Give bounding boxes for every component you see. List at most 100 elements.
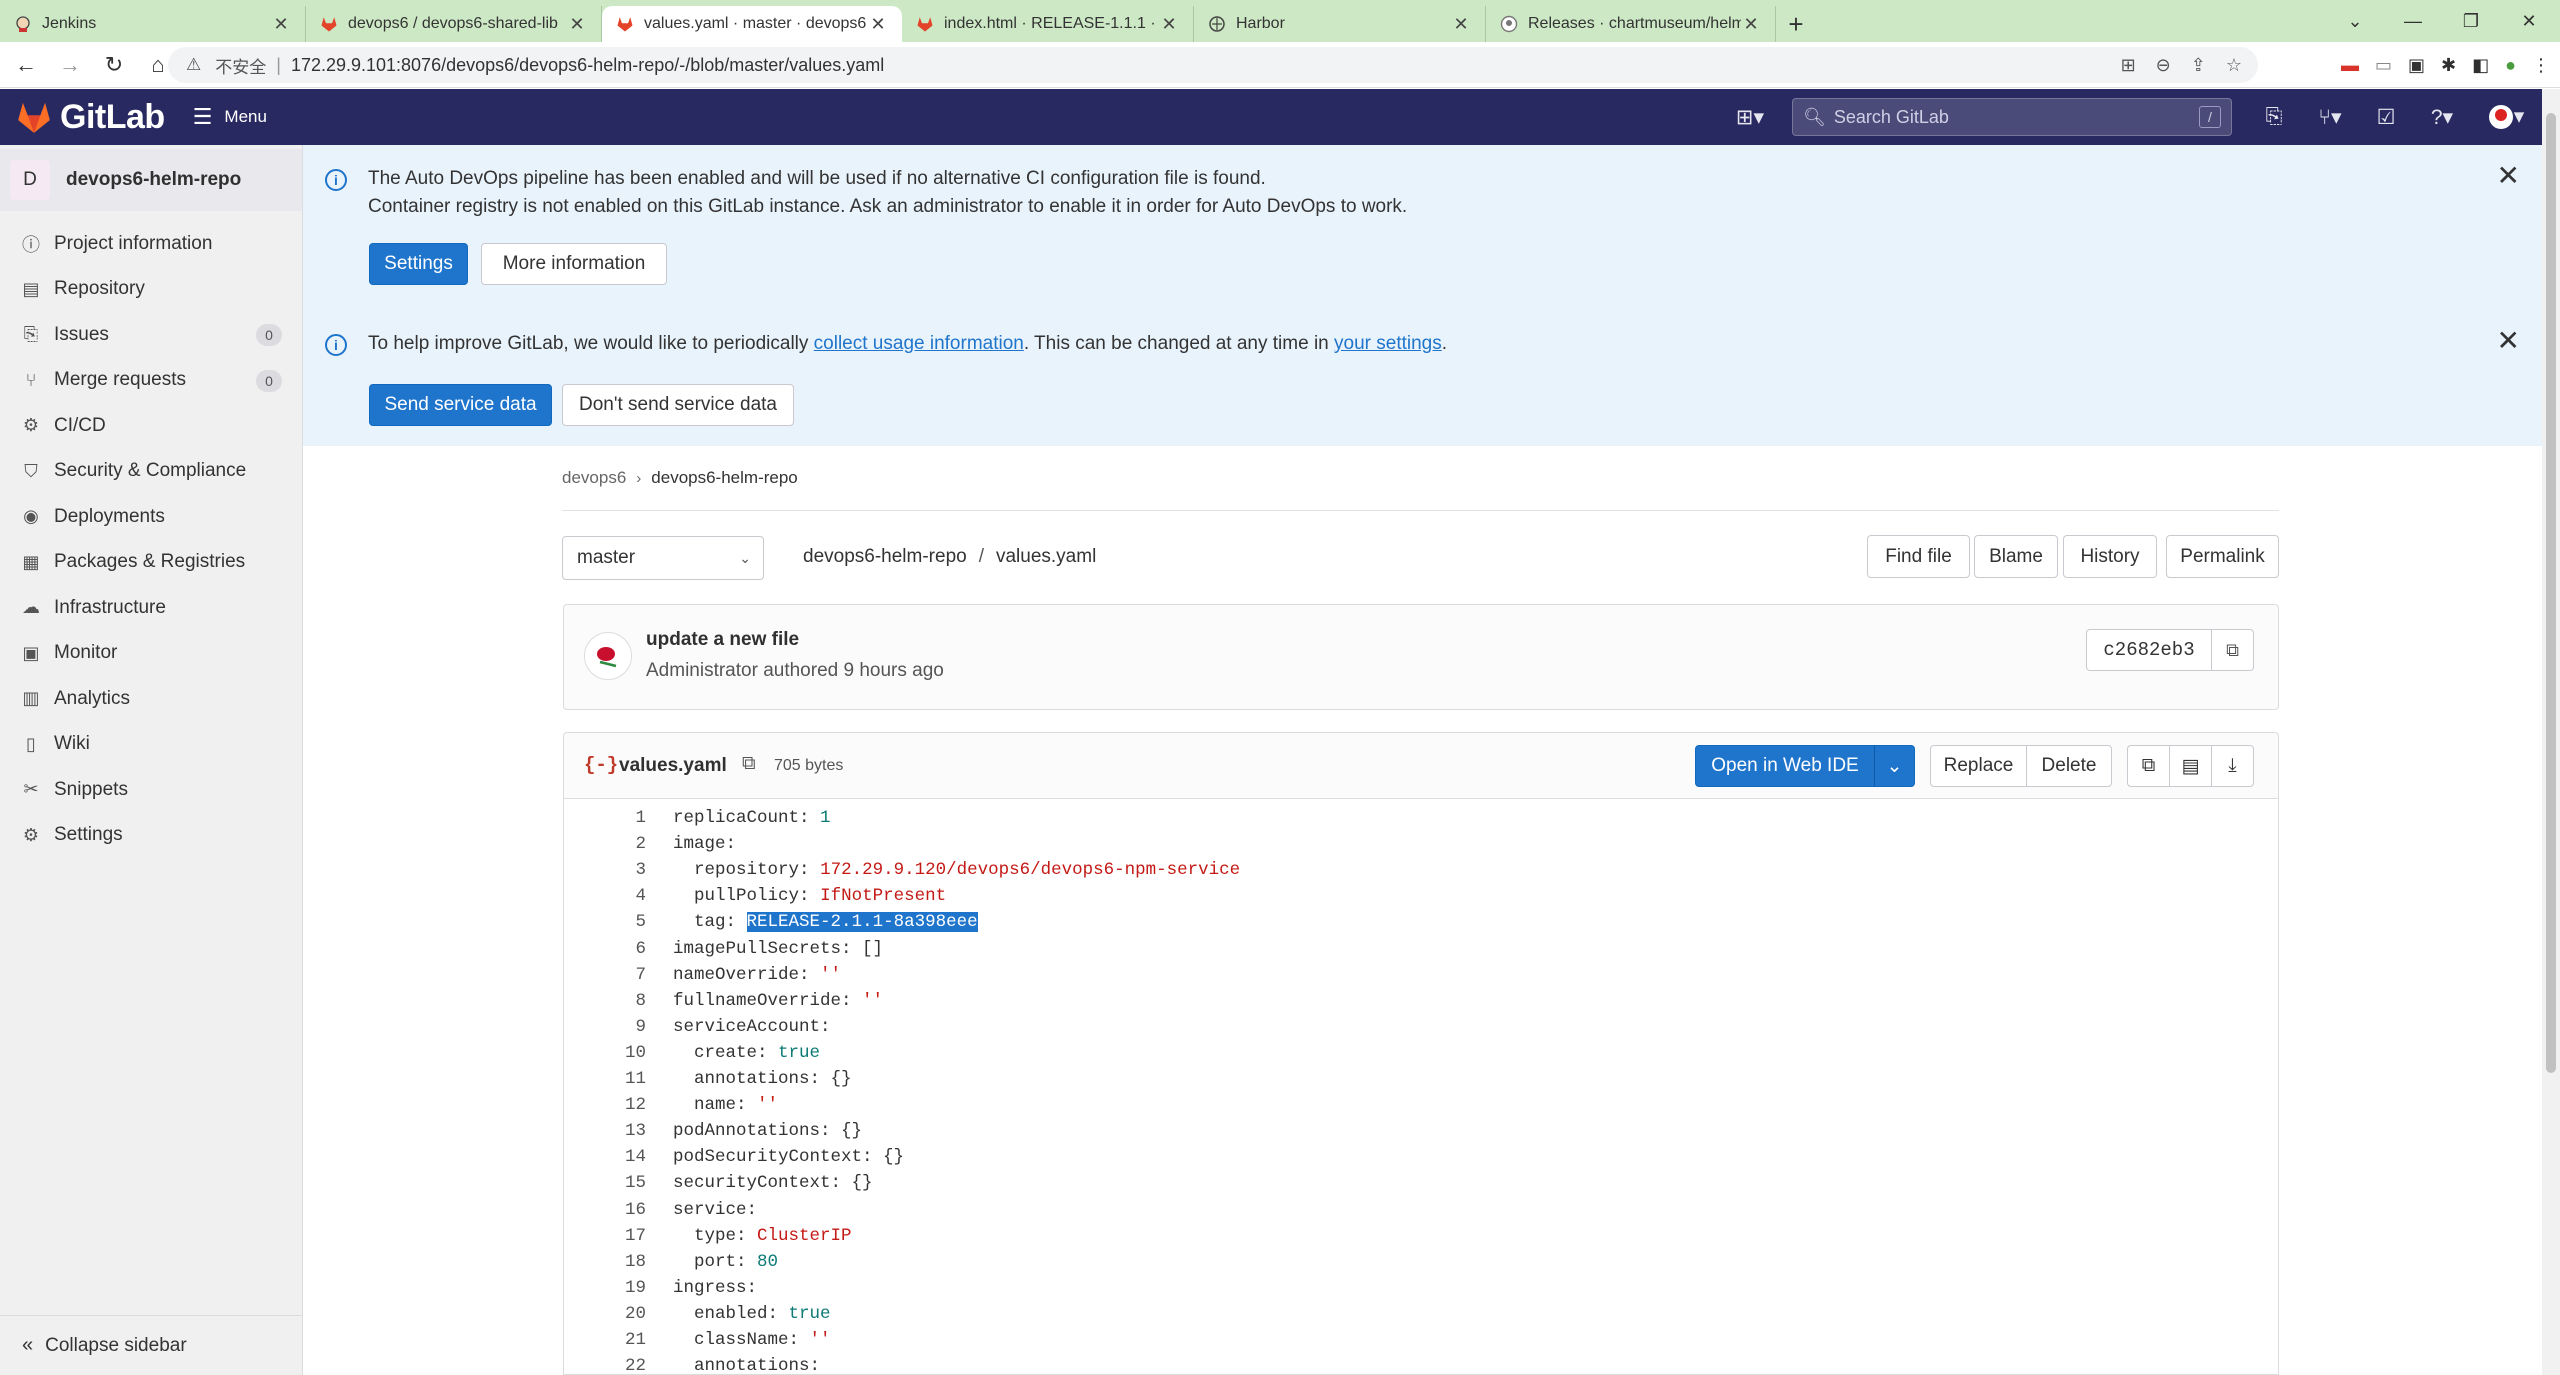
dont-send-service-data-button[interactable]: Don't send service data [562, 384, 794, 426]
line-number[interactable]: 4 [564, 886, 646, 906]
browser-tab-chartmuseum[interactable]: Releases · chartmuseum/helm ✕ [1486, 6, 1776, 42]
line-number[interactable]: 8 [564, 991, 646, 1011]
line-number[interactable]: 5 [564, 912, 646, 932]
collapse-sidebar-button[interactable]: « Collapse sidebar [0, 1315, 302, 1375]
close-icon[interactable]: ✕ [2497, 324, 2520, 357]
scrollbar-thumb[interactable] [2546, 113, 2556, 1073]
menu-button[interactable]: ☰ Menu [193, 104, 267, 130]
reload-icon[interactable]: ↻ [96, 47, 132, 83]
more-information-button[interactable]: More information [481, 243, 667, 285]
replace-button[interactable]: Replace [1930, 745, 2027, 787]
puzzle-extensions-icon[interactable]: ✱ [2441, 55, 2456, 76]
issues-icon[interactable]: ⎘ [2246, 105, 2302, 129]
tab-search-chevron-icon[interactable]: ⌄ [2326, 0, 2384, 42]
search-input[interactable]: 🔍︎ Search GitLab / [1792, 98, 2232, 136]
download-button[interactable]: ⤓ [2211, 745, 2254, 787]
line-number[interactable]: 20 [564, 1304, 646, 1324]
address-bar[interactable]: ⚠ 不安全 | 172.29.9.101:8076/devops6/devops… [168, 47, 2258, 83]
todos-icon[interactable]: ☑ [2358, 105, 2414, 130]
new-tab-button[interactable]: + [1776, 6, 1816, 42]
sidebar-item-wiki[interactable]: ▯ Wiki [0, 722, 302, 768]
author-avatar[interactable] [584, 632, 632, 680]
user-avatar-icon[interactable]: ▾ [2470, 104, 2542, 130]
history-button[interactable]: History [2063, 535, 2157, 578]
sidebar-item-project-information[interactable]: ⓘ Project information [0, 221, 302, 267]
restore-button[interactable]: ❐ [2442, 0, 2500, 42]
translate-icon[interactable]: ⊞ [2121, 55, 2136, 76]
sidebar-item-settings[interactable]: ⚙ Settings [0, 813, 302, 859]
share-icon[interactable]: ⇪ [2191, 55, 2206, 76]
page-scrollbar[interactable] [2542, 89, 2560, 1375]
close-icon[interactable]: ✕ [1741, 14, 1761, 35]
web-ide-dropdown-button[interactable]: ⌄ [1874, 745, 1915, 787]
line-number[interactable]: 9 [564, 1017, 646, 1037]
close-icon[interactable]: ✕ [1159, 14, 1179, 35]
browser-tab-index-html[interactable]: index.html · RELEASE-1.1.1 · de ✕ [902, 6, 1194, 42]
extension-red-icon[interactable]: ▬ [2341, 55, 2359, 76]
line-number[interactable]: 16 [564, 1200, 646, 1220]
open-web-ide-button[interactable]: Open in Web IDE [1695, 745, 1875, 787]
sidebar-item-security[interactable]: ⛉ Security & Compliance [0, 449, 302, 495]
line-number[interactable]: 17 [564, 1226, 646, 1246]
settings-button[interactable]: Settings [369, 243, 468, 285]
browser-tab-shared-lib[interactable]: devops6 / devops6-shared-lib ✕ [306, 6, 602, 42]
bookmark-star-icon[interactable]: ☆ [2226, 55, 2242, 76]
extension-gray-icon[interactable]: ▭ [2375, 55, 2392, 76]
line-number[interactable]: 3 [564, 860, 646, 880]
sidebar-item-issues[interactable]: ⎘ Issues 0 [0, 312, 302, 358]
browser-tab-values-yaml[interactable]: values.yaml · master · devops6 ✕ [602, 6, 902, 42]
forward-arrow-icon[interactable]: → [52, 47, 88, 83]
delete-button[interactable]: Delete [2026, 745, 2112, 787]
close-icon[interactable]: ✕ [567, 14, 587, 35]
close-icon[interactable]: ✕ [1451, 14, 1471, 35]
commit-author[interactable]: Administrator [646, 660, 758, 681]
browser-menu-icon[interactable]: ⋮ [2532, 55, 2550, 76]
back-arrow-icon[interactable]: ← [8, 47, 44, 83]
path-file[interactable]: values.yaml [996, 546, 1096, 567]
commit-sha[interactable]: c2682eb3 [2086, 629, 2212, 671]
blame-button[interactable]: Blame [1974, 535, 2058, 578]
sidebar-item-merge-requests[interactable]: ⑂ Merge requests 0 [0, 358, 302, 404]
extension-badge-icon[interactable]: ▣ [2408, 55, 2425, 76]
line-number[interactable]: 21 [564, 1330, 646, 1350]
close-icon[interactable]: ✕ [2497, 159, 2520, 192]
merge-requests-icon[interactable]: ⑂▾ [2302, 105, 2358, 130]
sidebar-item-deployments[interactable]: ◉ Deployments [0, 494, 302, 540]
window-close-button[interactable]: ✕ [2500, 0, 2558, 42]
line-number[interactable]: 6 [564, 939, 646, 959]
close-icon[interactable]: ✕ [868, 14, 888, 35]
collect-usage-link[interactable]: collect usage information [814, 333, 1024, 354]
line-number[interactable]: 2 [564, 834, 646, 854]
browser-tab-harbor[interactable]: Harbor ✕ [1194, 6, 1486, 42]
sidebar-item-packages[interactable]: ▦ Packages & Registries [0, 540, 302, 586]
line-number[interactable]: 1 [564, 808, 646, 828]
line-number[interactable]: 19 [564, 1278, 646, 1298]
copy-path-icon[interactable]: ⧉ [742, 753, 756, 775]
line-number[interactable]: 13 [564, 1121, 646, 1141]
permalink-button[interactable]: Permalink [2166, 535, 2279, 578]
breadcrumb-project[interactable]: devops6-helm-repo [651, 468, 797, 488]
commit-title[interactable]: update a new file [646, 629, 799, 651]
gitlab-logo[interactable]: GitLab [14, 98, 165, 137]
line-number[interactable]: 7 [564, 965, 646, 985]
help-icon[interactable]: ?▾ [2414, 105, 2470, 130]
sidebar-item-analytics[interactable]: ▥ Analytics [0, 676, 302, 722]
find-file-button[interactable]: Find file [1867, 535, 1970, 578]
sidebar-item-monitor[interactable]: ▣ Monitor [0, 631, 302, 677]
path-root-link[interactable]: devops6-helm-repo [803, 546, 967, 567]
zoom-icon[interactable]: ⊖ [2156, 55, 2171, 76]
create-new-plus-icon[interactable]: ⊞▾ [1722, 105, 1778, 130]
your-settings-link[interactable]: your settings [1334, 333, 1442, 354]
line-number[interactable]: 22 [564, 1356, 646, 1374]
line-number[interactable]: 15 [564, 1173, 646, 1193]
minimize-button[interactable]: — [2384, 0, 2442, 42]
line-number[interactable]: 18 [564, 1252, 646, 1272]
copy-contents-button[interactable]: ⧉ [2127, 745, 2170, 787]
send-service-data-button[interactable]: Send service data [369, 384, 552, 426]
line-number[interactable]: 14 [564, 1147, 646, 1167]
sidebar-item-infrastructure[interactable]: ☁ Infrastructure [0, 585, 302, 631]
line-number[interactable]: 12 [564, 1095, 646, 1115]
sidebar-item-snippets[interactable]: ✂ Snippets [0, 767, 302, 813]
branch-selector[interactable]: master ⌄ [562, 536, 764, 580]
profile-avatar-icon[interactable]: ● [2505, 55, 2516, 76]
